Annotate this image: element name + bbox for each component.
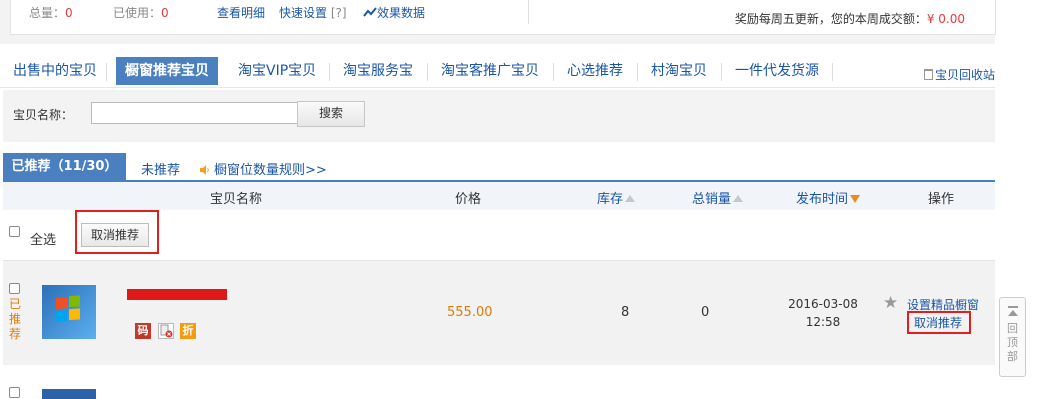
table-row: 已推荐 码 折 555.00 8 0 2016-03-08 12:58 ★ 设置… [3,260,995,366]
row-checkbox[interactable] [9,387,20,398]
used-stat: 已使用：0 [113,4,169,21]
row-checkbox[interactable] [9,283,20,294]
recycle-bin-link[interactable]: 宝贝回收站 [923,66,995,83]
product-title-redacted[interactable] [127,289,227,300]
tab-divider [553,63,554,81]
price-value: 555.00 [447,305,493,320]
back-to-top-arrow [1008,310,1018,316]
col-sales-label[interactable]: 总销量 [692,192,731,207]
help-link[interactable]: [?] [331,6,347,20]
col-ops: 操作 [928,192,955,207]
windows-logo-icon [56,295,80,323]
publish-date: 2016-03-08 [788,297,858,311]
col-time-label[interactable]: 发布时间 [796,192,848,207]
sales-value: 0 [701,305,710,320]
search-panel: 宝贝名称： 搜索 [3,90,995,142]
publish-clock: 12:58 [805,315,841,329]
col-time-sort[interactable]: 发布时间 [796,188,861,207]
tab-dropship[interactable]: 一件代发货源 [735,57,819,85]
tab-divider [329,63,330,81]
code-badge-icon: 码 [135,323,151,339]
used-label: 已使用： [113,6,162,20]
total-stat: 总量：0 [29,4,73,21]
back-to-top-button[interactable]: 回顶部 [999,297,1026,377]
tab-divider [106,63,107,81]
search-button[interactable]: 搜索 [297,101,365,127]
discount-badge-icon: 折 [180,323,196,339]
sort-up-icon [625,195,636,202]
total-label: 总量： [29,6,66,20]
tab-service[interactable]: 淘宝服务宝 [343,57,413,85]
tab-cuntao[interactable]: 村淘宝贝 [651,57,707,85]
chart-icon [363,7,377,17]
stats-bar: 总量：0 已使用：0 查看明细 快速设置 [?] 效果数据 奖励每周五更新，您的… [0,0,996,44]
col-stock-sort[interactable]: 库存 [597,188,636,207]
col-price: 价格 [455,192,482,207]
publish-time: 2016-03-08 12:58 [773,295,873,331]
reward-amount: ¥ 0.00 [926,12,965,26]
effect-data-link[interactable]: 效果数据 [363,4,425,21]
back-to-top-label: 回顶部 [1007,322,1018,363]
no-refund-svg [160,324,173,338]
stock-value: 8 [621,305,630,320]
cancel-recommend-link[interactable]: 取消推荐 [914,314,962,331]
tab-window-recommend[interactable]: 橱窗推荐宝贝 [116,57,218,85]
recommended-status: 已推荐 [8,297,21,341]
reward-text: 奖励每周五更新，您的本周成交额：¥ 0.00 [735,10,965,27]
tab-divider [637,63,638,81]
table-header: 宝贝名称 价格 库存 总销量 发布时间 操作 [3,182,995,210]
tab-vip[interactable]: 淘宝VIP宝贝 [238,57,316,85]
recycle-label[interactable]: 宝贝回收站 [935,68,995,82]
bulk-action-row: 全选 取消推荐 [3,210,995,260]
item-name-input[interactable] [91,102,301,124]
tab-divider [721,63,722,81]
quick-setting-link[interactable]: 快速设置 [279,6,327,20]
total-value: 0 [65,6,73,20]
sort-down-icon [850,195,861,203]
divider [528,0,529,24]
rules-label[interactable]: 橱窗位数量规则>> [214,163,327,178]
speaker-icon [200,165,209,175]
tab-on-sale[interactable]: 出售中的宝贝 [13,57,97,85]
col-stock-label[interactable]: 库存 [597,192,623,207]
no-refund-icon [158,323,174,339]
tab-recommended[interactable]: 已推荐（11/30） [3,153,126,180]
product-thumbnail[interactable] [42,389,96,399]
bulk-cancel-recommend-button[interactable]: 取消推荐 [81,223,149,247]
item-tabs: 出售中的宝贝 橱窗推荐宝贝 淘宝VIP宝贝 淘宝服务宝 淘宝客推广宝贝 心选推荐… [0,57,995,88]
tab-divider [427,63,428,81]
tab-not-recommended[interactable]: 未推荐 [141,159,180,178]
quick-setting[interactable]: 快速设置 [?] [279,4,347,21]
reward-label: 奖励每周五更新，您的本周成交额： [734,12,927,26]
window-rules-link[interactable]: 橱窗位数量规则>> [200,159,327,178]
select-all-checkbox[interactable] [9,226,20,237]
col-sales-sort[interactable]: 总销量 [692,188,744,207]
tab-xinxuan[interactable]: 心选推荐 [567,57,623,85]
tab-divider [832,63,833,81]
recommend-subtabs: 已推荐（11/30） 未推荐 橱窗位数量规则>> [3,153,995,182]
star-icon[interactable]: ★ [883,293,898,313]
back-to-top-icon [1008,306,1018,308]
search-label: 宝贝名称： [13,108,74,122]
tab-taobaoke[interactable]: 淘宝客推广宝贝 [441,57,539,85]
product-thumbnail[interactable] [42,285,96,339]
sort-up-icon [733,195,744,202]
select-all-label: 全选 [30,233,57,248]
view-detail-link[interactable]: 查看明细 [217,4,265,21]
stats-panel: 总量：0 已使用：0 查看明细 快速设置 [?] 效果数据 奖励每周五更新，您的… [10,0,996,35]
trash-icon [923,69,933,80]
effect-data-label[interactable]: 效果数据 [377,6,425,20]
table-row [3,365,995,399]
col-name: 宝贝名称 [210,192,263,207]
used-value: 0 [161,6,169,20]
